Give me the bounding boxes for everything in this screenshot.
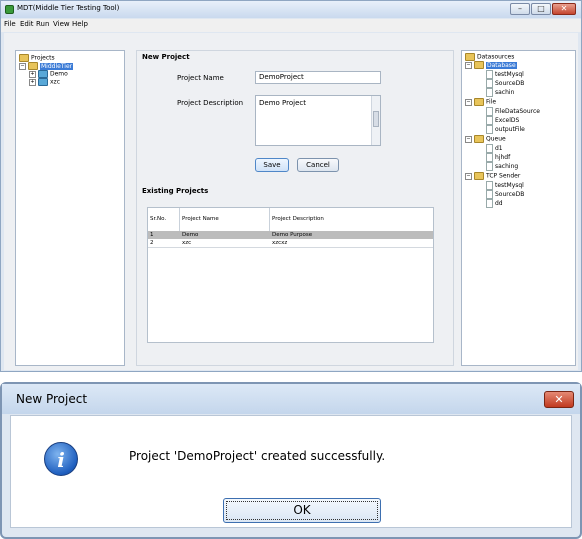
folder-icon xyxy=(474,98,484,106)
file-icon xyxy=(486,162,493,171)
file-icon xyxy=(486,107,493,116)
tree-node-xzc[interactable]: + xzc xyxy=(29,78,60,87)
expand-icon[interactable]: + xyxy=(29,70,36,78)
tree-leaf-dd[interactable]: dd xyxy=(486,199,503,208)
minimize-button[interactable]: – xyxy=(510,3,530,15)
folder-icon xyxy=(474,135,484,143)
cell-project-name: xzc xyxy=(182,240,192,246)
cancel-button[interactable]: Cancel xyxy=(297,158,339,172)
tree-leaf-sachin[interactable]: sachin xyxy=(486,88,514,97)
file-icon xyxy=(486,199,493,208)
tree-node-database[interactable]: − Database xyxy=(465,61,517,70)
collapse-icon[interactable]: − xyxy=(465,172,472,180)
dialog-body: i Project 'DemoProject' created successf… xyxy=(10,415,572,528)
app-icon xyxy=(5,5,14,14)
menu-view[interactable]: View xyxy=(53,20,70,28)
tree-leaf-excelds[interactable]: ExcelDS xyxy=(486,116,519,125)
column-header-srno[interactable]: Sr.No. xyxy=(148,208,180,231)
menu-help[interactable]: Help xyxy=(72,20,88,28)
existing-projects-heading: Existing Projects xyxy=(142,187,209,195)
file-icon xyxy=(486,144,493,153)
focus-rectangle xyxy=(226,501,378,520)
dialog-title: New Project xyxy=(16,392,88,406)
file-icon xyxy=(486,190,493,199)
main-window: MDT(Middle Tier Testing Tool) – □ ✕ File… xyxy=(0,0,582,372)
project-name-label: Project Name xyxy=(177,74,224,82)
dialog-close-button[interactable]: ✕ xyxy=(544,391,574,408)
project-description-textarea[interactable]: Demo Project xyxy=(255,95,381,146)
new-project-heading: New Project xyxy=(142,53,190,61)
scrollbar-thumb[interactable] xyxy=(373,111,379,127)
project-icon xyxy=(38,70,48,78)
file-icon xyxy=(486,79,493,88)
tree-leaf-sourcedb[interactable]: SourceDB xyxy=(486,190,524,199)
tree-leaf-outputfile[interactable]: outputFile xyxy=(486,125,525,134)
project-icon xyxy=(38,78,48,86)
file-icon xyxy=(486,125,493,134)
close-button[interactable]: ✕ xyxy=(552,3,576,15)
tree-node-tcp-sender[interactable]: − TCP Sender xyxy=(465,172,520,181)
folder-icon xyxy=(474,172,484,180)
folder-icon xyxy=(474,61,484,69)
cell-project-name: Demo xyxy=(182,232,199,238)
project-description-label: Project Description xyxy=(177,99,244,107)
cell-project-description: xzcxz xyxy=(272,240,288,246)
save-button[interactable]: Save xyxy=(255,158,289,172)
tree-leaf-d1[interactable]: d1 xyxy=(486,144,503,153)
menu-bar: File Edit Run View Help xyxy=(1,19,581,32)
menu-edit[interactable]: Edit xyxy=(20,20,34,28)
folder-icon xyxy=(465,53,475,61)
existing-projects-table: Sr.No. Project Name Project Description … xyxy=(147,207,434,343)
cell-srno: 1 xyxy=(150,232,154,238)
collapse-icon[interactable]: − xyxy=(465,135,472,143)
column-header-project-description[interactable]: Project Description xyxy=(270,208,433,231)
folder-icon xyxy=(28,62,38,70)
folder-icon xyxy=(19,54,29,62)
column-header-project-name[interactable]: Project Name xyxy=(180,208,270,231)
tree-leaf-testmysql[interactable]: testMysql xyxy=(486,70,524,79)
dialog-title-bar[interactable]: New Project ✕ xyxy=(2,384,580,414)
tree-node-file[interactable]: − File xyxy=(465,98,496,107)
table-row[interactable]: 1 Demo Demo Purpose xyxy=(148,231,433,239)
projects-tree-panel: Projects − MiddleTier + Demo + xzc xyxy=(15,50,125,366)
tree-leaf-testmysql[interactable]: testMysql xyxy=(486,181,524,190)
expand-icon[interactable]: + xyxy=(29,78,36,86)
file-icon xyxy=(486,116,493,125)
window-title: MDT(Middle Tier Testing Tool) xyxy=(17,4,120,12)
file-icon xyxy=(486,88,493,97)
collapse-icon[interactable]: − xyxy=(465,61,472,69)
cell-project-description: Demo Purpose xyxy=(272,232,313,238)
file-icon xyxy=(486,70,493,79)
description-scrollbar[interactable] xyxy=(371,96,380,145)
datasources-tree-panel: Datasources − Database testMysql SourceDB… xyxy=(461,50,576,366)
file-icon xyxy=(486,153,493,162)
file-icon xyxy=(486,181,493,190)
menu-file[interactable]: File xyxy=(4,20,16,28)
tree-leaf-filedatasource[interactable]: FileDataSource xyxy=(486,107,540,116)
project-name-input[interactable]: DemoProject xyxy=(255,71,381,84)
collapse-icon[interactable]: − xyxy=(19,62,26,70)
title-bar[interactable]: MDT(Middle Tier Testing Tool) – □ ✕ xyxy=(1,1,581,18)
cell-srno: 2 xyxy=(150,240,154,246)
menu-run[interactable]: Run xyxy=(36,20,49,28)
dialog-message: Project 'DemoProject' created successful… xyxy=(129,449,386,463)
tree-leaf-sourcedb[interactable]: SourceDB xyxy=(486,79,524,88)
tree-node-queue[interactable]: − Queue xyxy=(465,135,506,144)
message-dialog: New Project ✕ i Project 'DemoProject' cr… xyxy=(0,382,582,539)
ok-button[interactable]: OK xyxy=(223,498,381,523)
tree-leaf-saching[interactable]: saching xyxy=(486,162,518,171)
table-row[interactable]: 2 xzc xzcxz xyxy=(148,239,433,248)
project-description-text: Demo Project xyxy=(259,99,306,107)
info-icon: i xyxy=(44,442,78,476)
tree-leaf-hjhdf[interactable]: hjhdf xyxy=(486,153,510,162)
collapse-icon[interactable]: − xyxy=(465,98,472,106)
maximize-button[interactable]: □ xyxy=(531,3,551,15)
